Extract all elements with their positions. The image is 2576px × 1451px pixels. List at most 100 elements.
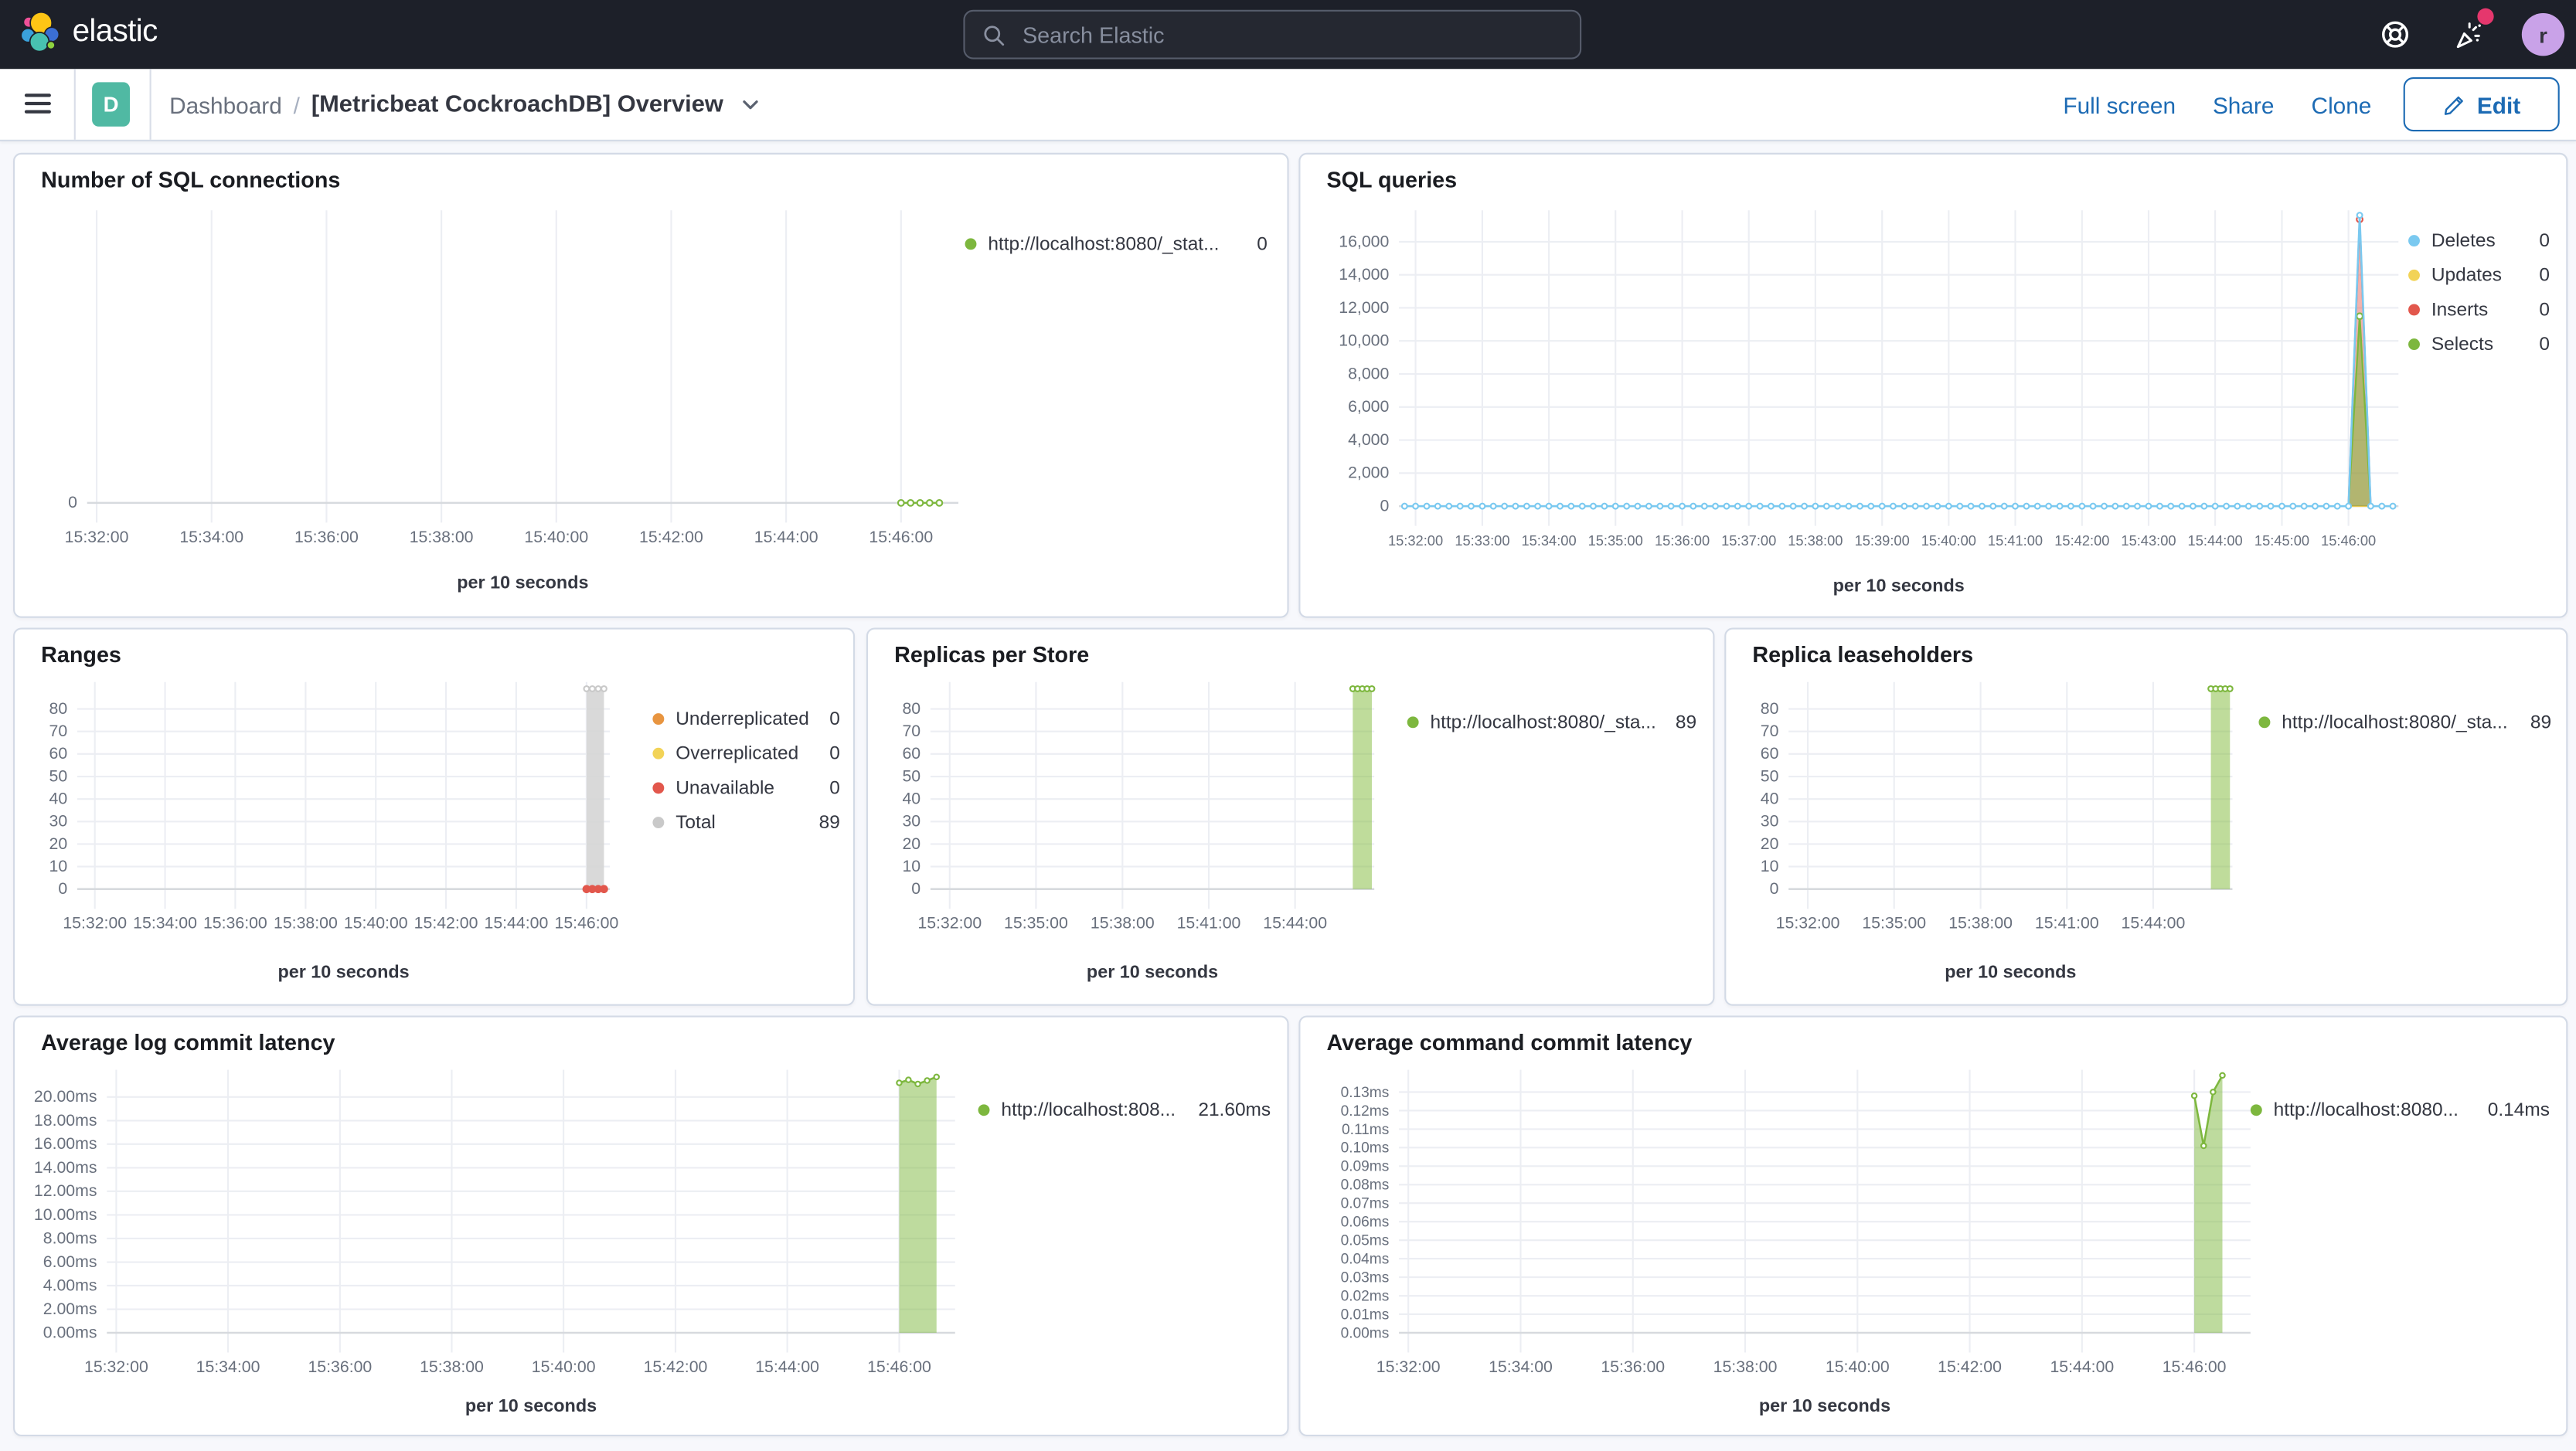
chart-replica-leaseholders[interactable]: 0 10 20 30 40 50 60 70 80 15:32:00 15:35:00 15:38:0… [1739, 665, 2242, 994]
panel-ranges: Ranges 0 10 20 30 40 50 60 70 80 15:32:00 15:34:00… [13, 627, 856, 1006]
svg-text:8.00ms: 8.00ms [43, 1228, 97, 1247]
chart-average-log-commit-latency[interactable]: 0.00ms 2.00ms 4.00ms 6.00ms 8.00ms 10.00ms 12.… [28, 1060, 968, 1428]
legend-dot [2258, 716, 2271, 729]
legend-item[interactable]: http://localhost:8080/_sta... 89 [2258, 705, 2551, 739]
chart-sql-queries[interactable]: 0 2,000 4,000 6,000 8,000 10,000 12,000 14,000 1… [1317, 197, 2412, 608]
svg-text:80: 80 [1761, 699, 1779, 718]
svg-text:15:36:00: 15:36:00 [308, 1358, 372, 1376]
svg-text:50: 50 [49, 766, 68, 785]
svg-text:per 10 seconds: per 10 seconds [277, 962, 409, 982]
legend-dot [652, 782, 665, 794]
svg-text:15:42:00: 15:42:00 [1938, 1358, 2002, 1376]
panel-title: SQL queries [1326, 167, 1458, 192]
svg-text:15:38:00: 15:38:00 [410, 528, 474, 546]
legend-label: http://localhost:808... [1001, 1100, 1176, 1120]
svg-text:15:32:00: 15:32:00 [65, 528, 129, 546]
svg-text:15:32:00: 15:32:00 [1388, 532, 1443, 549]
legend-item[interactable]: Updates 0 [2408, 258, 2550, 293]
svg-text:15:34:00: 15:34:00 [1521, 532, 1576, 549]
chart-average-command-commit-latency[interactable]: 0.00ms 0.01ms 0.02ms 0.03ms 0.04ms 0.05ms 0.06… [1313, 1060, 2263, 1428]
svg-text:30: 30 [49, 812, 68, 831]
legend-item[interactable]: http://localhost:8080... 0.14ms [2250, 1092, 2550, 1127]
global-search-bar[interactable] [963, 9, 1582, 59]
page-title[interactable]: [Metricbeat CockroachDB] Overview [311, 92, 723, 118]
svg-text:15:43:00: 15:43:00 [2121, 532, 2176, 549]
panel-number-of-sql-connections: Number of SQL connections 0 15:32:00 15:34… [13, 152, 1289, 618]
svg-text:0.00ms: 0.00ms [43, 1323, 97, 1341]
svg-text:0.03ms: 0.03ms [1341, 1269, 1390, 1286]
legend-item[interactable]: Overreplicated 0 [652, 736, 840, 771]
legend-item[interactable]: Unavailable 0 [652, 771, 840, 806]
svg-text:15:40:00: 15:40:00 [344, 914, 408, 933]
share-button[interactable]: Share [2213, 92, 2274, 118]
legend-item[interactable]: Deletes 0 [2408, 223, 2550, 258]
svg-text:15:42:00: 15:42:00 [644, 1358, 708, 1376]
svg-text:15:35:00: 15:35:00 [1004, 914, 1068, 933]
menu-button[interactable] [24, 93, 51, 114]
legend-value: 89 [1675, 712, 1697, 732]
svg-text:15:35:00: 15:35:00 [1862, 914, 1926, 933]
svg-text:70: 70 [902, 722, 920, 740]
chart-legend: Deletes 0 Updates 0 Inserts 0 Selects 0 [2408, 223, 2550, 362]
panel-average-log-commit-latency: Average log commit latency 0.00ms 2.00ms 4… [13, 1015, 1289, 1436]
chevron-down-icon [743, 100, 758, 110]
svg-text:15:36:00: 15:36:00 [1601, 1358, 1665, 1376]
elastic-logo[interactable]: elastic [20, 11, 158, 54]
svg-text:10: 10 [902, 857, 920, 875]
svg-text:15:36:00: 15:36:00 [1655, 532, 1710, 549]
breadcrumb-dashboard[interactable]: Dashboard [169, 92, 282, 118]
legend-value: 0 [2539, 334, 2550, 355]
legend-dot [2408, 338, 2420, 351]
legend-item[interactable]: http://localhost:8080/_sta... 89 [1407, 705, 1696, 739]
svg-text:10: 10 [1761, 857, 1779, 875]
legend-item[interactable]: http://localhost:8080/_stat... 0 [965, 227, 1268, 262]
legend-label: Selects [2431, 334, 2494, 355]
legend-item[interactable]: http://localhost:808... 21.60ms [978, 1092, 1271, 1127]
svg-text:20: 20 [902, 834, 920, 853]
chart-number-of-sql-connections[interactable]: 0 15:32:00 15:34:00 15:36:00 15:38:00 15:40:0… [28, 200, 968, 604]
svg-text:15:38:00: 15:38:00 [1788, 532, 1843, 549]
chart-legend: http://localhost:8080/_sta... 89 [1407, 705, 1696, 739]
svg-text:15:40:00: 15:40:00 [1921, 532, 1976, 549]
svg-text:2.00ms: 2.00ms [43, 1300, 97, 1318]
help-button[interactable] [2379, 18, 2412, 51]
legend-item[interactable]: Underreplicated 0 [652, 702, 840, 736]
chart-ranges[interactable]: 0 10 20 30 40 50 60 70 80 15:32:00 15:34:00 15:36:0… [28, 665, 672, 994]
svg-text:15:32:00: 15:32:00 [1776, 914, 1840, 933]
svg-text:15:46:00: 15:46:00 [2163, 1358, 2227, 1376]
brand-name: elastic [72, 15, 158, 49]
legend-item[interactable]: Selects 0 [2408, 327, 2550, 362]
svg-text:20: 20 [49, 834, 68, 853]
full-screen-button[interactable]: Full screen [2063, 92, 2176, 118]
legend-dot [1407, 716, 1419, 729]
search-input[interactable] [1019, 20, 1564, 49]
pencil-icon [2444, 95, 2463, 114]
edit-button-label: Edit [2476, 91, 2521, 118]
svg-text:15:46:00: 15:46:00 [2321, 532, 2376, 549]
dashboards-badge[interactable]: D [92, 82, 131, 127]
svg-text:14,000: 14,000 [1339, 265, 1389, 284]
legend-item[interactable]: Total 89 [652, 805, 840, 840]
legend-label: http://localhost:8080/_sta... [2282, 712, 2508, 732]
svg-text:70: 70 [49, 722, 68, 740]
svg-text:15:38:00: 15:38:00 [274, 914, 338, 933]
legend-value: 89 [2530, 712, 2552, 732]
legend-item[interactable]: Inserts 0 [2408, 293, 2550, 328]
svg-text:15:32:00: 15:32:00 [1376, 1358, 1441, 1376]
clone-button[interactable]: Clone [2312, 92, 2372, 118]
notification-dot [2477, 8, 2494, 25]
title-menu-button[interactable] [740, 93, 761, 120]
svg-text:15:42:00: 15:42:00 [2054, 532, 2109, 549]
svg-text:15:44:00: 15:44:00 [755, 1358, 819, 1376]
edit-button[interactable]: Edit [2403, 76, 2560, 132]
svg-text:40: 40 [1761, 790, 1779, 808]
svg-text:20.00ms: 20.00ms [34, 1087, 97, 1106]
svg-text:20: 20 [1761, 834, 1779, 853]
svg-text:15:38:00: 15:38:00 [1713, 1358, 1778, 1376]
help-icon [2382, 21, 2409, 48]
svg-text:10,000: 10,000 [1339, 331, 1389, 350]
svg-text:12.00ms: 12.00ms [34, 1181, 97, 1200]
chart-replicas-per-store[interactable]: 0 10 20 30 40 50 60 70 80 15:32:00 15:35:00 15:38:0… [881, 665, 1384, 994]
legend-value: 0 [1257, 234, 1268, 254]
user-avatar[interactable]: r [2521, 13, 2565, 56]
